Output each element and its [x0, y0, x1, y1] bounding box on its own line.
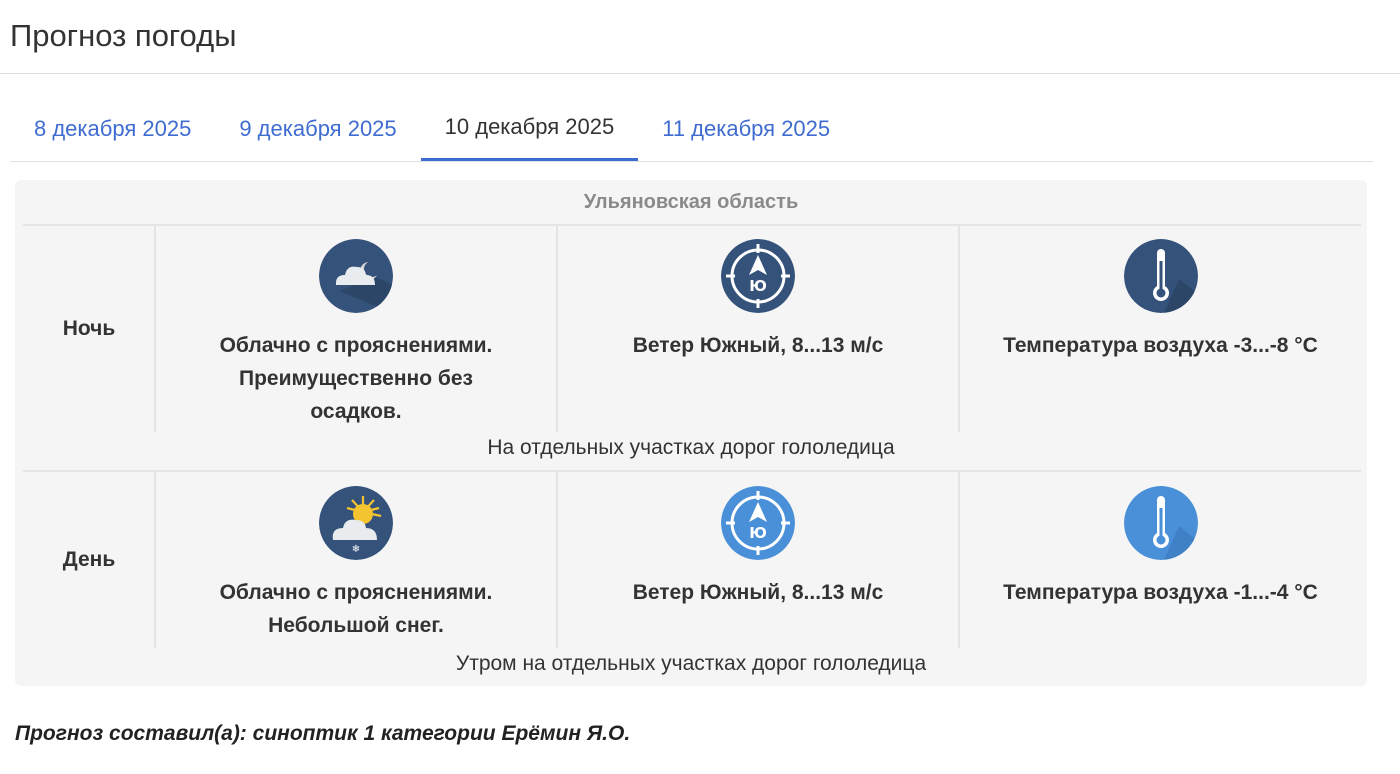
divider [23, 224, 1361, 226]
night-sky-cell: Облачно с прояснениями. Преимущественно … [156, 239, 556, 428]
night-temp-text: Температура воздуха -3...-8 °C [1003, 334, 1318, 357]
day-sky-cell: ❄ Облачно с прояснениями. Небольшой снег… [156, 486, 556, 642]
tab-dec-11[interactable]: 11 декабря 2025 [638, 96, 854, 161]
thermometer-icon [1123, 239, 1198, 313]
forecaster-credit: Прогноз составил(а): синоптик 1 категори… [15, 722, 631, 745]
night-temp-cell: Температура воздуха -3...-8 °C [960, 239, 1361, 362]
wind-direction-letter: Ю [749, 524, 767, 542]
day-temp-text: Температура воздуха -1...-4 °C [1003, 581, 1318, 604]
wind-compass-icon: Ю [721, 239, 795, 313]
night-cloud-icon [319, 239, 393, 313]
tab-dec-9[interactable]: 9 декабря 2025 [215, 96, 420, 161]
period-night: Ночь [62, 317, 116, 340]
title-divider [0, 73, 1400, 74]
page-title: Прогноз погоды [10, 18, 237, 53]
night-sky-text: Облачно с прояснениями. Преимущественно … [219, 334, 493, 423]
period-day: День [62, 548, 116, 571]
night-wind-text: Ветер Южный, 8...13 м/с [632, 334, 884, 357]
day-wind-cell: Ю Ветер Южный, 8...13 м/с [558, 486, 958, 609]
night-road-note: На отдельных участках дорог гололедица [487, 436, 895, 459]
date-tabs: 8 декабря 2025 9 декабря 2025 10 декабря… [10, 96, 1373, 162]
tab-dec-10[interactable]: 10 декабря 2025 [420, 96, 639, 161]
wind-compass-icon: Ю [721, 486, 795, 560]
night-wind-cell: Ю Ветер Южный, 8...13 м/с [558, 239, 958, 362]
day-sky-text: Облачно с прояснениями. Небольшой снег. [219, 581, 493, 637]
day-road-note: Утром на отдельных участках дорог гололе… [455, 652, 927, 675]
thermometer-icon [1123, 486, 1198, 560]
wind-direction-letter: Ю [749, 277, 767, 295]
day-wind-text: Ветер Южный, 8...13 м/с [632, 581, 884, 604]
day-temp-cell: Температура воздуха -1...-4 °C [960, 486, 1361, 609]
region-title: Ульяновская область [583, 190, 799, 213]
day-sun-cloud-snow-icon: ❄ [319, 486, 393, 560]
tab-dec-8[interactable]: 8 декабря 2025 [10, 96, 215, 161]
forecast-card: Ульяновская область Ночь Облачно с прояс… [15, 180, 1367, 686]
svg-text:❄: ❄ [352, 544, 360, 555]
divider [23, 470, 1361, 472]
